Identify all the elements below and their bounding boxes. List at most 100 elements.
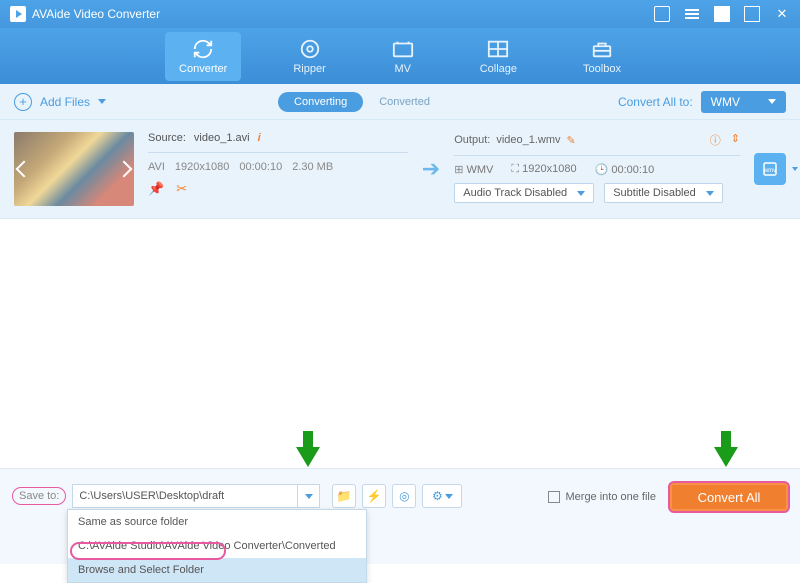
subtitle-select[interactable]: Subtitle Disabled (604, 183, 723, 203)
window-controls (654, 6, 790, 22)
output-format-select[interactable]: WMV (701, 91, 786, 113)
chevron-down-icon (768, 99, 776, 104)
tab-ripper[interactable]: Ripper (279, 32, 339, 81)
tab-label: Toolbox (583, 63, 621, 75)
convert-all-button[interactable]: Convert All (670, 483, 788, 511)
info-icon[interactable]: i (258, 132, 261, 144)
tab-collage[interactable]: Collage (466, 32, 531, 81)
chevron-down-icon (577, 191, 585, 196)
dd-same-as-source[interactable]: Same as source folder (68, 510, 366, 534)
output-line: Output: video_1.wmv ✎ ⓘ ⇕ (454, 132, 740, 148)
out-duration: 00:00:10 (611, 164, 654, 176)
status-tabs: Converting Converted (116, 92, 608, 112)
save-to-label: Save to: (12, 487, 66, 505)
open-folder-button[interactable]: 📁 (332, 484, 356, 508)
annotation-arrow (714, 447, 738, 467)
video-icon: ⊞ (454, 164, 463, 176)
main-toolbar: Converter Ripper MV Collage Toolbox (0, 28, 800, 84)
chevron-down-icon (445, 494, 453, 499)
info-circle-icon[interactable]: ⓘ (710, 132, 721, 148)
high-speed-button[interactable]: ◎ (392, 484, 416, 508)
divider (148, 152, 408, 153)
out-format: WMV (467, 164, 494, 176)
preset-button[interactable]: wmv (754, 153, 786, 185)
merge-checkbox[interactable]: Merge into one file (548, 491, 657, 503)
source-meta: AVI 1920x1080 00:00:10 2.30 MB (148, 161, 408, 173)
edit-icon[interactable]: ✎ (567, 134, 576, 147)
duration: 00:00:10 (239, 161, 282, 173)
tab-label: Converter (179, 63, 227, 75)
checkbox-icon (548, 491, 560, 503)
audio-track-select[interactable]: Audio Track Disabled (454, 183, 594, 203)
divider (454, 155, 740, 156)
titlebar: AVAide Video Converter (0, 0, 800, 28)
close-button[interactable] (774, 6, 790, 22)
chevron-down-icon (706, 191, 714, 196)
save-path-dropdown: Same as source folder C:\AVAide Studio\A… (67, 509, 367, 583)
merge-label: Merge into one file (566, 491, 657, 503)
cut-icon[interactable]: ✂ (176, 181, 187, 197)
chevron-down-icon (98, 99, 106, 104)
track-selects: Audio Track Disabled Subtitle Disabled (454, 183, 740, 203)
bottom-tools: 📁 ⚡ ◎ ⚙ (332, 484, 462, 508)
out-resolution: 1920x1080 (522, 163, 576, 175)
file-item: Source: video_1.avi i AVI 1920x1080 00:0… (0, 120, 800, 219)
video-thumbnail[interactable] (14, 132, 134, 206)
tab-converting[interactable]: Converting (278, 92, 363, 112)
codec: AVI (148, 161, 165, 173)
tab-label: Collage (480, 63, 517, 75)
source-label: Source: (148, 132, 186, 144)
chevron-down-icon (305, 494, 313, 499)
mv-icon (392, 38, 414, 60)
convert-all-to-label: Convert All to: (618, 95, 693, 109)
toolbox-icon (591, 38, 613, 60)
tab-toolbox[interactable]: Toolbox (569, 32, 635, 81)
maximize-button[interactable] (744, 6, 760, 22)
path-dropdown-button[interactable] (297, 485, 319, 507)
output-label: Output: (454, 134, 490, 146)
expand-icon: ⛶ (511, 163, 519, 175)
subtitle-value: Subtitle Disabled (613, 187, 696, 199)
converter-icon (192, 38, 214, 60)
dd-recent-path[interactable]: C:\AVAide Studio\AVAide Video Converter\… (68, 534, 366, 558)
save-path-input[interactable]: C:\Users\USER\Desktop\draft (72, 484, 320, 508)
plus-icon: + (14, 93, 32, 111)
settings-button[interactable]: ⚙ (422, 484, 462, 508)
tab-mv[interactable]: MV (378, 32, 428, 81)
add-files-label: Add Files (40, 95, 90, 109)
tab-converter[interactable]: Converter (165, 32, 241, 81)
format-value: WMV (711, 95, 740, 109)
compress-icon[interactable]: ⇕ (731, 132, 740, 148)
source-filename: video_1.avi (194, 132, 250, 144)
audio-value: Audio Track Disabled (463, 187, 567, 199)
tab-label: Ripper (293, 63, 325, 75)
bottom-bar: Save to: C:\Users\USER\Desktop\draft 📁 ⚡… (0, 468, 800, 564)
minimize-button[interactable] (714, 6, 730, 22)
feedback-icon[interactable] (654, 6, 670, 22)
app-title: AVAide Video Converter (32, 7, 654, 21)
pin-icon[interactable]: 📌 (148, 181, 164, 197)
resolution: 1920x1080 (175, 161, 229, 173)
convert-label: Convert All (698, 490, 761, 505)
add-files-button[interactable]: + Add Files (14, 93, 106, 111)
tab-label: MV (394, 63, 411, 75)
collage-icon (487, 38, 509, 60)
source-actions: 📌 ✂ (148, 181, 408, 197)
path-value: C:\Users\USER\Desktop\draft (79, 490, 224, 502)
clock-icon: 🕒 (595, 164, 609, 176)
hardware-accel-button[interactable]: ⚡ (362, 484, 386, 508)
output-meta: ⊞ WMV ⛶ 1920x1080 🕒 00:00:10 (454, 163, 740, 176)
source-column: Source: video_1.avi i AVI 1920x1080 00:0… (148, 132, 408, 206)
app-logo-icon (10, 6, 26, 22)
filesize: 2.30 MB (292, 161, 333, 173)
menu-icon[interactable] (684, 6, 700, 22)
annotation-arrow (296, 447, 320, 467)
convert-all-to: Convert All to: WMV (618, 91, 786, 113)
output-column: Output: video_1.wmv ✎ ⓘ ⇕ ⊞ WMV ⛶ 1920x1… (454, 132, 740, 206)
bottom-right: Merge into one file Convert All (548, 483, 789, 511)
tab-converted[interactable]: Converted (363, 92, 446, 112)
sub-toolbar: + Add Files Converting Converted Convert… (0, 84, 800, 120)
source-line: Source: video_1.avi i (148, 132, 408, 144)
ripper-icon (299, 38, 321, 60)
dd-browse-folder[interactable]: Browse and Select Folder (68, 558, 366, 582)
